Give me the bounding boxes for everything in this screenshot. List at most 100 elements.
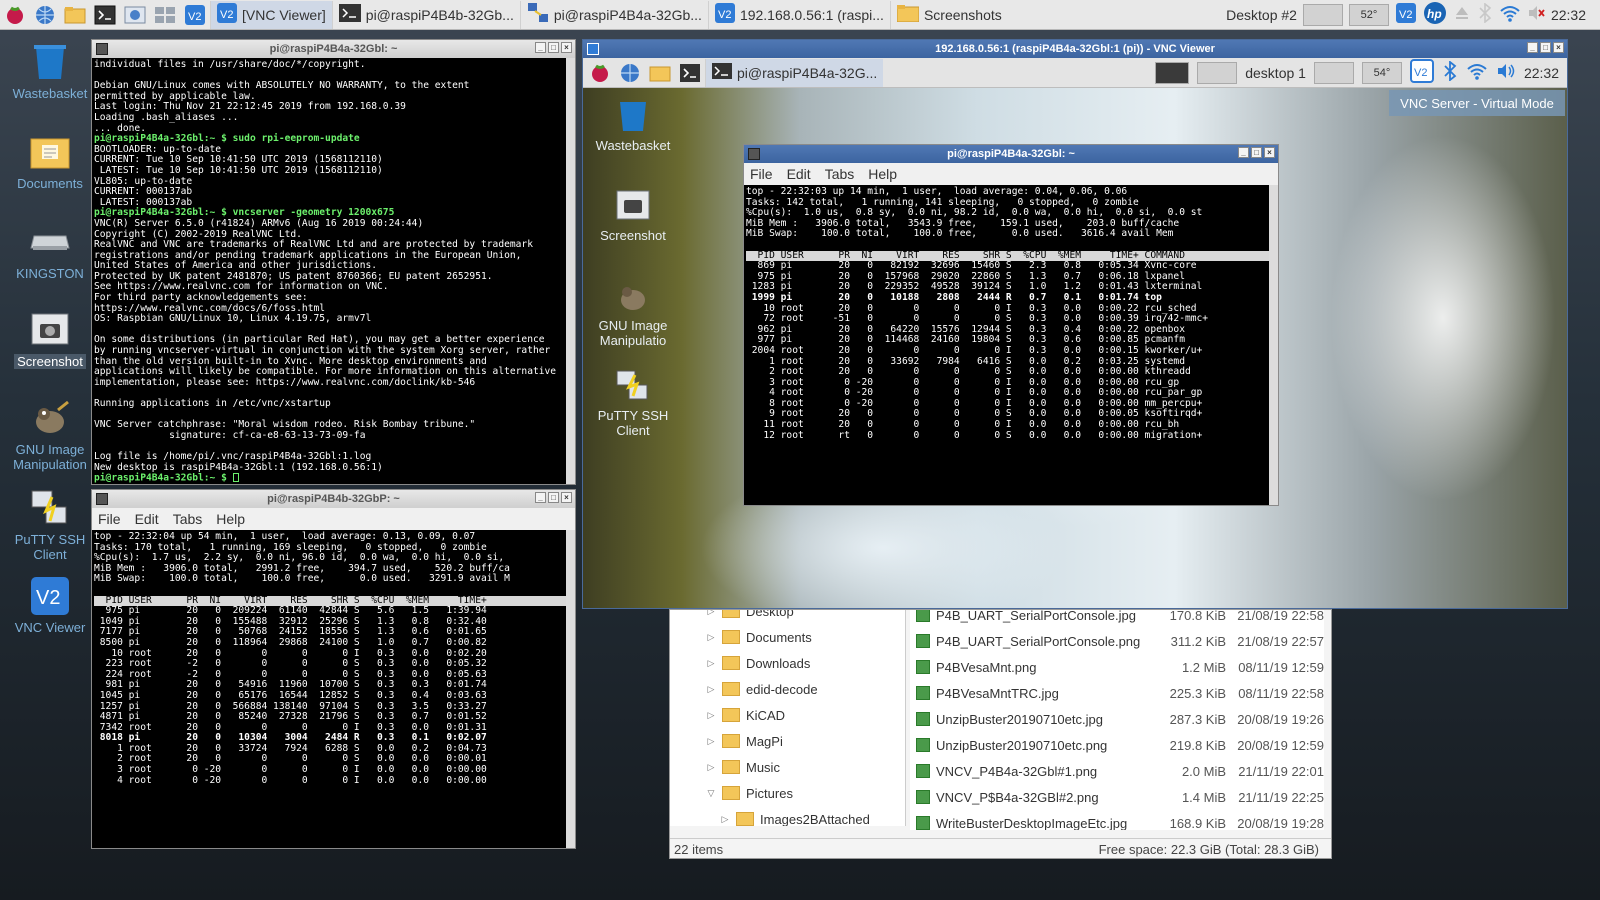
terminal-1-titlebar[interactable]: pi@raspiP4B4a-32Gbl: ~ _ □ × bbox=[92, 40, 575, 58]
maximize-button[interactable]: □ bbox=[548, 42, 559, 53]
close-button[interactable]: × bbox=[561, 492, 572, 503]
menu-file[interactable]: File bbox=[98, 511, 121, 527]
terminal-2-output[interactable]: top - 22:32:04 up 54 min, 1 user, load a… bbox=[92, 530, 568, 848]
desktop-icon-vnc-viewer[interactable]: V2 VNC Viewer bbox=[5, 576, 95, 635]
expander-icon[interactable]: ▽ bbox=[704, 788, 718, 799]
menu-edit[interactable]: Edit bbox=[135, 511, 159, 527]
menu-edit[interactable]: Edit bbox=[787, 166, 811, 182]
file-manager-window[interactable]: ▷ Desktop ▷ Documents ▷ Downloads ▷ edid-decode… bbox=[669, 609, 1332, 859]
minimize-button[interactable]: _ bbox=[1527, 42, 1538, 53]
file-row[interactable]: UnzipBuster20190710etc.png 219.8 KiB 20/08… bbox=[910, 732, 1324, 758]
desktop-pager[interactable] bbox=[1302, 3, 1343, 26]
raspberry-menu-icon[interactable] bbox=[587, 60, 613, 86]
remote-icon-gimp[interactable]: GNU Image Manipulatio bbox=[583, 278, 683, 348]
remote-icon-wastebasket[interactable]: Wastebasket bbox=[583, 98, 683, 153]
scrollbar[interactable] bbox=[1269, 185, 1278, 505]
task-terminal-4a[interactable]: pi@raspiP4B4a-32Gb... bbox=[519, 0, 708, 29]
menu-help[interactable]: Help bbox=[216, 511, 245, 527]
desktop-icon-documents[interactable]: Documents bbox=[5, 132, 95, 191]
close-button[interactable]: × bbox=[561, 42, 572, 53]
tree-item[interactable]: ▷ Desktop bbox=[670, 610, 905, 624]
desktop-icon-gimp[interactable]: GNU Image Manipulation bbox=[5, 398, 95, 472]
remote-task-terminal[interactable]: pi@raspiP4B4a-32G... bbox=[705, 58, 884, 87]
file-manager-icon[interactable] bbox=[647, 60, 673, 86]
workspace-1[interactable] bbox=[1197, 61, 1238, 84]
file-row[interactable]: WriteBusterDesktopImageEtc.jpg 168.9 KiB 2… bbox=[910, 810, 1324, 830]
desktop-icon-screenshot[interactable]: Screenshot bbox=[5, 310, 95, 369]
minimize-button[interactable]: _ bbox=[535, 42, 546, 53]
tree-item[interactable]: ▷ Documents bbox=[670, 624, 905, 650]
file-row[interactable]: VNCV_P$B4a-32GBl#2.png 1.4 MiB 21/11/19 22… bbox=[910, 784, 1324, 810]
expander-icon[interactable]: ▷ bbox=[704, 632, 718, 643]
window-switcher-icon[interactable] bbox=[152, 2, 178, 28]
close-button[interactable]: × bbox=[1264, 147, 1275, 158]
expander-icon[interactable]: ▷ bbox=[704, 684, 718, 695]
tree-item[interactable]: ▽ Pictures bbox=[670, 780, 905, 806]
tree-item[interactable]: ▷ Music bbox=[670, 754, 905, 780]
tree-item[interactable]: ▷ KiCAD bbox=[670, 702, 905, 728]
remote-desktop-label[interactable]: desktop 1 bbox=[1245, 65, 1306, 81]
remote-terminal-titlebar[interactable]: pi@raspiP4B4a-32Gbl: ~ _ □ × bbox=[744, 145, 1278, 163]
minimize-button[interactable]: _ bbox=[1238, 147, 1249, 158]
clock[interactable]: 22:32 bbox=[1551, 7, 1586, 23]
menu-file[interactable]: File bbox=[750, 166, 773, 182]
minimize-button[interactable]: _ bbox=[535, 492, 546, 503]
file-row[interactable]: P4B_UART_SerialPortConsole.jpg 170.8 KiB 2… bbox=[910, 610, 1324, 628]
remote-terminal-window[interactable]: pi@raspiP4B4a-32Gbl: ~ _ □ × File Edit Tab… bbox=[743, 144, 1279, 506]
bluetooth-icon[interactable] bbox=[1477, 2, 1493, 26]
terminal-2-titlebar[interactable]: pi@raspiP4B4b-32GbP: ~ _ □ × bbox=[92, 490, 575, 508]
raspberry-menu-icon[interactable] bbox=[2, 2, 28, 28]
scrollbar[interactable] bbox=[566, 530, 575, 848]
eject-icon[interactable] bbox=[1453, 4, 1471, 25]
tree-item[interactable]: ▷ Images2BAttached bbox=[670, 806, 905, 826]
task-terminal-4b[interactable]: pi@raspiP4B4b-32Gb... bbox=[331, 0, 520, 29]
desktop-icon-wastebasket[interactable]: Wastebasket bbox=[5, 42, 95, 101]
hp-printer-icon[interactable]: hp bbox=[1423, 1, 1447, 28]
expander-icon[interactable]: ▷ bbox=[704, 658, 718, 669]
remote-icon-putty[interactable]: PuTTY SSH Client bbox=[583, 368, 683, 438]
vnc-titlebar[interactable]: 192.168.0.56:1 (raspiP4B4a-32Gbl:1 (pi))… bbox=[583, 40, 1567, 58]
tree-item[interactable]: ▷ MagPi bbox=[670, 728, 905, 754]
tree-item[interactable]: ▷ edid-decode bbox=[670, 676, 905, 702]
close-button[interactable]: × bbox=[1553, 42, 1564, 53]
screen-icon[interactable] bbox=[1155, 61, 1190, 84]
desktop-icon-kingston[interactable]: KINGSTON bbox=[5, 222, 95, 281]
terminal-launcher-icon[interactable] bbox=[677, 60, 703, 86]
expander-icon[interactable]: ▷ bbox=[704, 610, 718, 617]
task-vnc-session[interactable]: V2 192.168.0.56:1 (raspi... bbox=[707, 0, 890, 29]
maximize-button[interactable]: □ bbox=[1251, 147, 1262, 158]
remote-clock[interactable]: 22:32 bbox=[1524, 65, 1559, 81]
web-browser-icon[interactable] bbox=[617, 60, 643, 86]
desktop-icon-putty[interactable]: PuTTY SSH Client bbox=[5, 488, 95, 562]
volume-muted-icon[interactable] bbox=[1527, 4, 1545, 25]
app-launcher-icon[interactable] bbox=[122, 2, 148, 28]
file-row[interactable]: P4B_UART_SerialPortConsole.png 311.2 KiB 2… bbox=[910, 628, 1324, 654]
terminal-launcher-icon[interactable] bbox=[92, 2, 118, 28]
terminal-window-2[interactable]: pi@raspiP4B4b-32GbP: ~ _ □ × File Edit Tab… bbox=[91, 489, 576, 849]
wifi-icon[interactable] bbox=[1499, 3, 1521, 26]
terminal-1-output[interactable]: individual files in /usr/share/doc/*/cop… bbox=[92, 58, 568, 484]
expander-icon[interactable]: ▷ bbox=[718, 814, 732, 825]
tree-item[interactable]: ▷ Downloads bbox=[670, 650, 905, 676]
task-vnc-viewer[interactable]: V2 [VNC Viewer] bbox=[210, 0, 332, 29]
expander-icon[interactable]: ▷ bbox=[704, 762, 718, 773]
web-browser-icon[interactable] bbox=[32, 2, 58, 28]
task-screenshots-folder[interactable]: Screenshots bbox=[889, 0, 1008, 29]
vnc-tray-icon[interactable]: V2 bbox=[1395, 2, 1417, 27]
menu-help[interactable]: Help bbox=[868, 166, 897, 182]
bluetooth-icon[interactable] bbox=[1442, 60, 1458, 84]
vnc-launcher-icon[interactable]: V2 bbox=[182, 2, 208, 28]
vnc-viewer-window[interactable]: 192.168.0.56:1 (raspiP4B4a-32Gbl:1 (pi))… bbox=[582, 39, 1568, 609]
maximize-button[interactable]: □ bbox=[1540, 42, 1551, 53]
file-row[interactable]: UnzipBuster20190710etc.jpg 287.3 KiB 20/08… bbox=[910, 706, 1324, 732]
menu-tabs[interactable]: Tabs bbox=[825, 166, 855, 182]
workspace-2[interactable] bbox=[1313, 61, 1354, 84]
wifi-icon[interactable] bbox=[1466, 61, 1488, 84]
terminal-window-1[interactable]: pi@raspiP4B4a-32Gbl: ~ _ □ × individual fi… bbox=[91, 39, 576, 485]
file-manager-icon[interactable] bbox=[62, 2, 88, 28]
scrollbar[interactable] bbox=[566, 58, 575, 484]
file-row[interactable]: VNCV_P4B4a-32Gbl#1.png 2.0 MiB 21/11/19 22… bbox=[910, 758, 1324, 784]
remote-icon-screenshot[interactable]: Screenshot bbox=[583, 188, 683, 243]
file-row[interactable]: P4BVesaMnt.png 1.2 MiB 08/11/19 12:59 bbox=[910, 654, 1324, 680]
volume-icon[interactable] bbox=[1496, 62, 1516, 83]
